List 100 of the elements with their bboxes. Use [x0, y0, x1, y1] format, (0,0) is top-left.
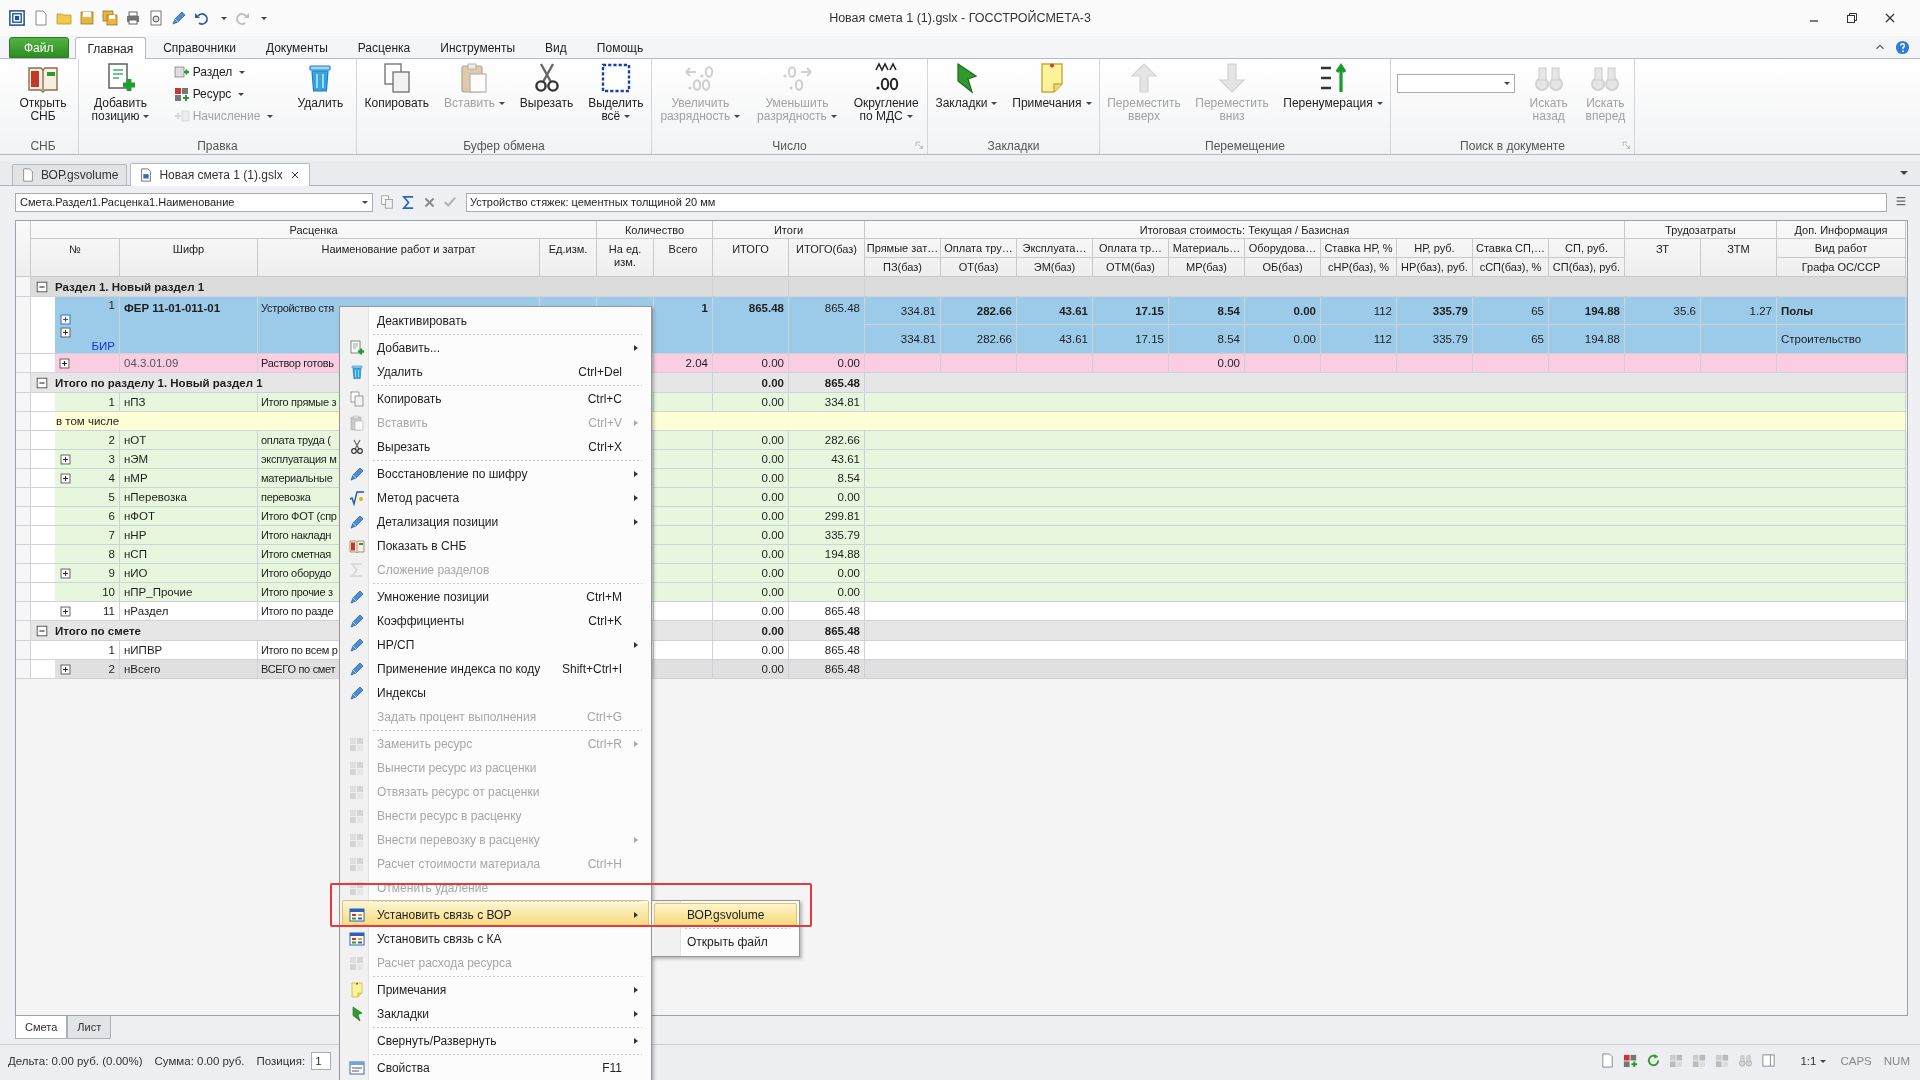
properties-icon	[349, 1060, 365, 1076]
marker-label: БИР	[91, 340, 115, 353]
pencil-icon	[349, 613, 365, 629]
shortcut-label: Ctrl+R	[587, 737, 623, 751]
expand-icon[interactable]	[59, 471, 72, 485]
note-icon	[349, 982, 365, 998]
undo-icon[interactable]	[194, 10, 210, 26]
help-icon[interactable]	[1895, 39, 1910, 55]
menu-item[interactable]: ВОР.gsvolume	[654, 903, 797, 927]
sheet-tab[interactable]: Лист	[67, 1016, 112, 1039]
ribbon-button[interactable]: Выделить всё	[585, 62, 647, 123]
check-icon[interactable]	[443, 195, 457, 209]
ribbon-tab[interactable]: Инструменты	[427, 37, 529, 58]
printer-icon[interactable]	[125, 10, 141, 26]
pencil-icon	[349, 514, 365, 530]
ribbon-button[interactable]: Ресурс	[171, 84, 276, 104]
document-tab[interactable]: ВОР.gsvolume	[12, 164, 128, 185]
column-header: СП, руб.	[1549, 239, 1625, 258]
shortcut-label: Ctrl+C	[587, 392, 623, 406]
row-number: 6	[108, 510, 115, 522]
refresh-icon[interactable]	[1646, 1053, 1662, 1068]
resource-icon	[349, 784, 365, 800]
path-field[interactable]: Смета.Раздел1.Расценка1.Наименование	[15, 192, 373, 212]
expand-icon[interactable]	[59, 662, 72, 676]
ribbon-tab[interactable]: Документы	[252, 37, 341, 58]
column-group-header: Итоги	[713, 221, 865, 239]
app-logo-icon[interactable]	[8, 9, 26, 27]
table-cell: 17.15	[1093, 297, 1169, 325]
zoom-button[interactable]: 1:1	[1798, 1054, 1829, 1067]
ribbon-tab[interactable]: Главная	[74, 37, 147, 59]
resource-icon	[349, 760, 365, 776]
position-label: Позиция:	[256, 1054, 306, 1067]
menu-item[interactable]: Индексы	[342, 681, 649, 705]
panel-icon[interactable]	[1761, 1053, 1777, 1068]
expand-icon[interactable]	[59, 313, 72, 326]
square-root-icon	[349, 490, 365, 506]
expand-icon[interactable]	[59, 566, 72, 580]
document-tab[interactable]: Новая смета 1 (1).gslx	[130, 163, 310, 186]
ribbon-button[interactable]: Перенумерация	[1280, 62, 1386, 110]
collapse-icon[interactable]	[35, 279, 49, 294]
pencil-icon[interactable]	[171, 10, 187, 26]
column-group-header: Доп. Информация	[1777, 221, 1906, 239]
column-header: Оборудова…	[1245, 239, 1321, 258]
position-field[interactable]: 1	[311, 1051, 332, 1070]
ribbon-button[interactable]: Копировать	[361, 62, 433, 110]
sigma-icon[interactable]	[401, 194, 416, 210]
ribbon-button[interactable]: Округление по МДС	[850, 62, 922, 123]
expand-icon[interactable]	[59, 326, 72, 339]
ribbon-button[interactable]: Примечания	[1009, 62, 1095, 110]
row-number: 2	[108, 434, 115, 446]
table-cell: 335.79	[1397, 297, 1473, 325]
menu-item[interactable]: Установить связь с КА	[342, 927, 649, 951]
save-icon[interactable]	[79, 10, 95, 26]
shortcut-label: Ctrl+G	[587, 710, 623, 724]
collapse-icon[interactable]	[35, 375, 49, 390]
group-label: Буфер обмена	[463, 138, 545, 153]
spreadsheet-icon	[139, 168, 154, 182]
document-icon[interactable]	[1600, 1053, 1616, 1068]
ribbon-button[interactable]: Добавить позицию	[88, 62, 153, 123]
ribbon-tab[interactable]: Вид	[532, 37, 580, 58]
column-header: Ставка НР, %	[1321, 239, 1397, 258]
save-icon[interactable]	[102, 10, 118, 26]
select-all-icon	[599, 62, 632, 94]
caret-icon	[1820, 1059, 1827, 1063]
new-file-icon[interactable]	[33, 10, 49, 26]
expand-icon[interactable]	[58, 356, 71, 370]
copy-icon[interactable]	[380, 195, 394, 209]
copy-icon	[349, 391, 365, 407]
pencil-icon	[349, 685, 365, 701]
resource-icon	[173, 86, 190, 102]
cancel-icon[interactable]	[423, 195, 436, 209]
group-label: СНБ	[30, 138, 56, 153]
ribbon-button[interactable]: Вырезать	[516, 62, 577, 110]
search-combo-field[interactable]	[1396, 74, 1515, 93]
collapse-icon[interactable]	[35, 623, 49, 638]
menu-item[interactable]: Установить связь с ВОР	[342, 900, 649, 927]
ribbon-button[interactable]: Удалить	[294, 62, 347, 110]
expand-icon[interactable]	[59, 604, 72, 618]
row-number: 1	[108, 396, 115, 408]
preview-icon[interactable]	[148, 10, 164, 26]
ribbon-button[interactable]: Раздел	[171, 62, 276, 82]
restore-icon[interactable]	[1844, 10, 1860, 26]
ribbon-tab[interactable]: Справочники	[150, 37, 249, 58]
expand-icon[interactable]	[59, 452, 72, 466]
ribbon-button[interactable]: Закладки	[932, 62, 1001, 110]
resource-icon[interactable]	[1623, 1053, 1639, 1068]
formula-field[interactable]: Устройство стяжек: цементных толщиной 20 мм	[466, 192, 1887, 212]
resource-icon	[349, 832, 365, 848]
row-number: 3	[108, 453, 115, 465]
shortcut-label: Ctrl+M	[586, 590, 623, 604]
tab-list-icon[interactable]	[1900, 171, 1908, 175]
section-title: Раздел 1. Новый раздел 1	[55, 280, 205, 293]
ribbon-tab[interactable]: Помощь	[583, 37, 657, 58]
ribbon-button[interactable]: Открыть СНБ	[16, 62, 70, 123]
sheet-tab[interactable]: Смета	[15, 1016, 68, 1039]
menu-item[interactable]: Закладки	[342, 1002, 649, 1026]
ribbon-tab[interactable]: Расценка	[344, 37, 424, 58]
group-label: Число	[772, 138, 807, 153]
resource-icon	[349, 880, 365, 896]
accrual-icon	[173, 108, 190, 124]
